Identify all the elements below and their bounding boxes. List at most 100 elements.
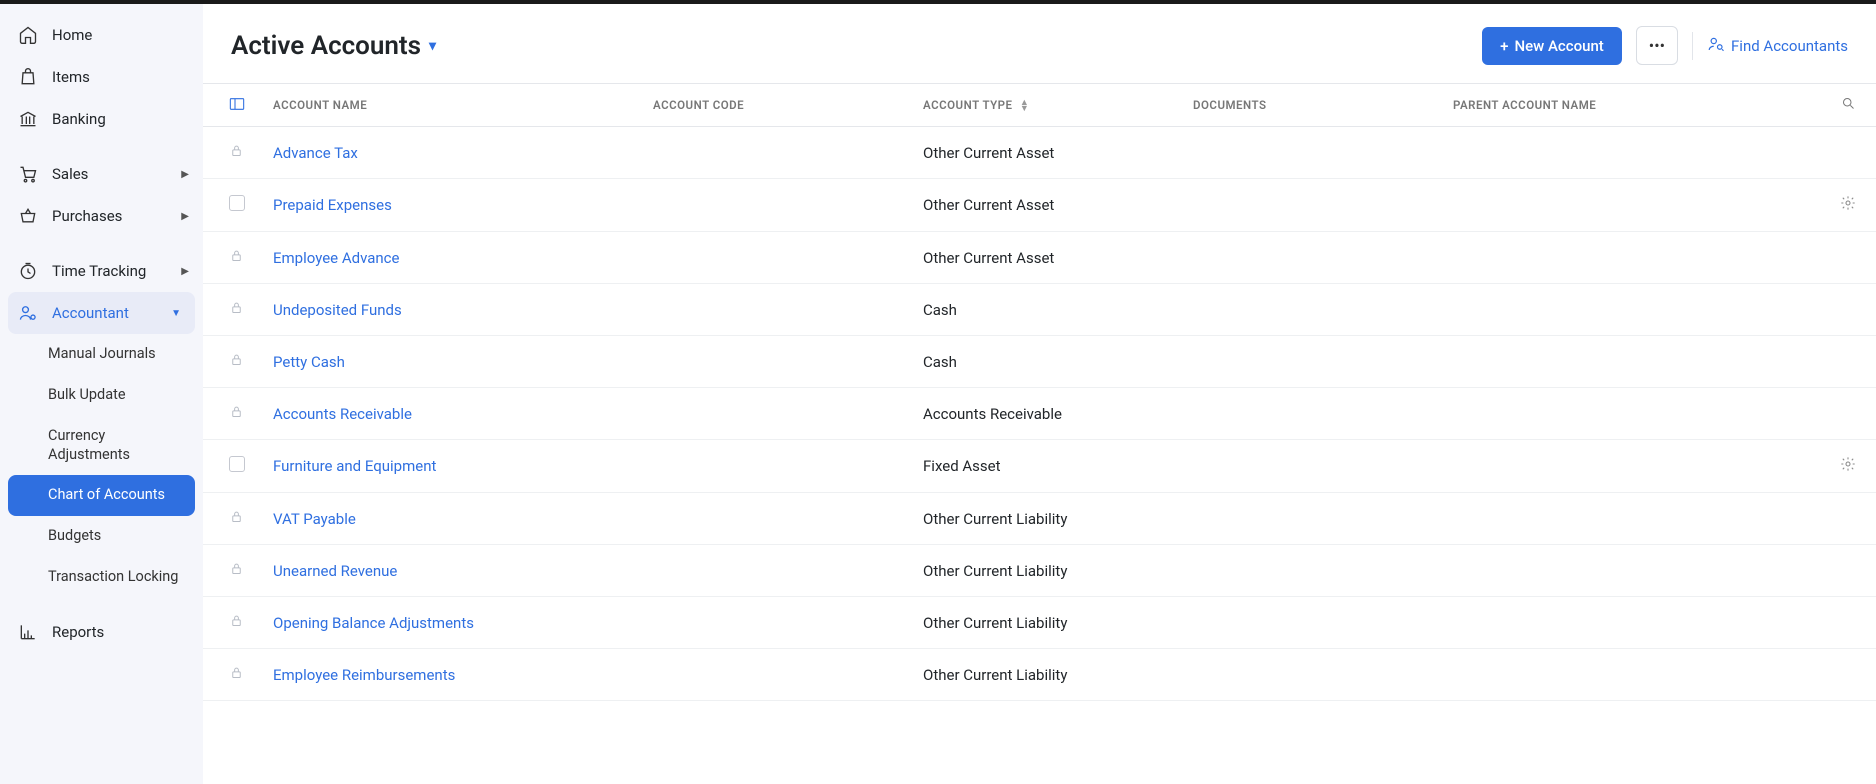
lock-icon [229,562,244,580]
table-row[interactable]: Furniture and Equipment Fixed Asset [203,440,1876,493]
account-name-link[interactable]: Unearned Revenue [273,562,397,580]
subnav-manual-journals[interactable]: Manual Journals [0,334,203,375]
chevron-down-icon: ▾ [429,38,436,54]
nav-label: Sales [52,165,88,183]
search-icon [1841,100,1856,114]
nav-time-tracking[interactable]: Time Tracking ▶ [0,250,203,292]
column-account-code[interactable]: Account Code [643,84,913,127]
layout-icon [229,100,245,114]
table-row[interactable]: Employee AdvanceOther Current Asset [203,232,1876,284]
lock-icon [229,144,244,162]
plus-icon: + [1500,37,1508,55]
gear-icon[interactable] [1840,197,1856,215]
nav-banking[interactable]: Banking [0,98,203,140]
accountant-icon [18,303,38,323]
chevron-right-icon: ▶ [181,169,189,180]
account-name-link[interactable]: Accounts Receivable [273,405,412,423]
nav-label: Banking [52,110,106,128]
gear-icon[interactable] [1840,458,1856,476]
account-name-link[interactable]: VAT Payable [273,510,356,528]
person-search-icon [1707,35,1725,57]
page-title-text: Active Accounts [231,31,421,61]
account-type-cell: Accounts Receivable [913,388,1183,440]
home-icon [18,25,38,45]
account-name-link[interactable]: Prepaid Expenses [273,196,392,214]
subnav-currency-adjustments[interactable]: Currency Adjustments [0,416,203,476]
bank-icon [18,109,38,129]
lock-icon [229,666,244,684]
accounts-table-wrap: Account Name Account Code Account Type ▲… [203,83,1876,784]
row-checkbox[interactable] [229,456,245,472]
account-type-cell: Other Current Liability [913,649,1183,701]
table-row[interactable]: Undeposited Funds Cash [203,284,1876,336]
divider [1692,32,1693,60]
main-content: Active Accounts ▾ + New Account ••• Find… [203,4,1876,784]
lock-icon [229,510,244,528]
account-name-link[interactable]: Petty Cash [273,353,345,371]
account-type-cell: Other Current Liability [913,493,1183,545]
account-type-cell: Cash [913,284,1183,336]
subnav-transaction-locking[interactable]: Transaction Locking [0,557,203,598]
sidebar: Home Items Banking Sales ▶ Purchases ▶ [0,4,203,784]
column-documents[interactable]: Documents [1183,84,1443,127]
chevron-down-icon: ▼ [171,308,181,319]
table-row[interactable]: Advance TaxOther Current Asset [203,127,1876,179]
clock-icon [18,261,38,281]
column-select[interactable] [203,84,263,127]
table-row[interactable]: Accounts Receivable Accounts Receivable [203,388,1876,440]
chevron-right-icon: ▶ [181,266,189,277]
lock-icon [229,249,244,267]
account-type-cell: Fixed Asset [913,440,1183,493]
bag-icon [18,67,38,87]
sort-icon: ▲▼ [1020,100,1029,112]
nav-label: Items [52,68,90,86]
more-actions-button[interactable]: ••• [1636,26,1678,65]
lock-icon [229,353,244,371]
nav-sales[interactable]: Sales ▶ [0,153,203,195]
account-type-cell: Other Current Liability [913,597,1183,649]
nav-label: Home [52,26,92,44]
nav-label: Purchases [52,207,122,225]
account-name-link[interactable]: Opening Balance Adjustments [273,614,474,632]
subnav-budgets[interactable]: Budgets [0,516,203,557]
cart-icon [18,164,38,184]
table-row[interactable]: Employee Reimbursements Other Current Lia… [203,649,1876,701]
account-name-link[interactable]: Employee Advance [273,249,399,267]
column-account-name[interactable]: Account Name [263,84,643,127]
find-accountants-link[interactable]: Find Accountants [1707,35,1848,57]
account-name-link[interactable]: Furniture and Equipment [273,457,436,475]
nav-accountant[interactable]: Accountant ▼ [8,292,195,334]
table-row[interactable]: Unearned Revenue Other Current Liability [203,545,1876,597]
table-row[interactable]: Prepaid ExpensesOther Current Asset [203,179,1876,232]
subnav-bulk-update[interactable]: Bulk Update [0,375,203,416]
column-parent-account[interactable]: Parent Account Name [1443,84,1826,127]
table-row[interactable]: VAT Payable Other Current Liability [203,493,1876,545]
chevron-right-icon: ▶ [181,211,189,222]
table-row[interactable]: Petty CashCash [203,336,1876,388]
basket-icon [18,206,38,226]
link-label: Find Accountants [1731,37,1848,55]
account-type-cell: Other Current Liability [913,545,1183,597]
page-title-dropdown[interactable]: Active Accounts ▾ [231,31,436,61]
nav-home[interactable]: Home [0,14,203,56]
account-name-link[interactable]: Advance Tax [273,144,358,162]
new-account-button[interactable]: + New Account [1482,27,1622,65]
lock-icon [229,405,244,423]
page-header: Active Accounts ▾ + New Account ••• Find… [203,4,1876,83]
subnav-chart-of-accounts[interactable]: Chart of Accounts [8,475,195,516]
nav-label: Accountant [52,304,129,322]
lock-icon [229,301,244,319]
table-row[interactable]: Opening Balance Adjustments Other Current… [203,597,1876,649]
header-actions: + New Account ••• Find Accountants [1482,26,1848,65]
account-name-link[interactable]: Undeposited Funds [273,301,402,319]
nav-reports[interactable]: Reports [0,611,203,653]
nav-label: Reports [52,623,104,641]
row-checkbox[interactable] [229,195,245,211]
nav-purchases[interactable]: Purchases ▶ [0,195,203,237]
column-account-type[interactable]: Account Type ▲▼ [913,84,1183,127]
accounts-table: Account Name Account Code Account Type ▲… [203,83,1876,701]
column-search[interactable] [1826,84,1876,127]
account-name-link[interactable]: Employee Reimbursements [273,666,455,684]
nav-items[interactable]: Items [0,56,203,98]
chart-icon [18,622,38,642]
